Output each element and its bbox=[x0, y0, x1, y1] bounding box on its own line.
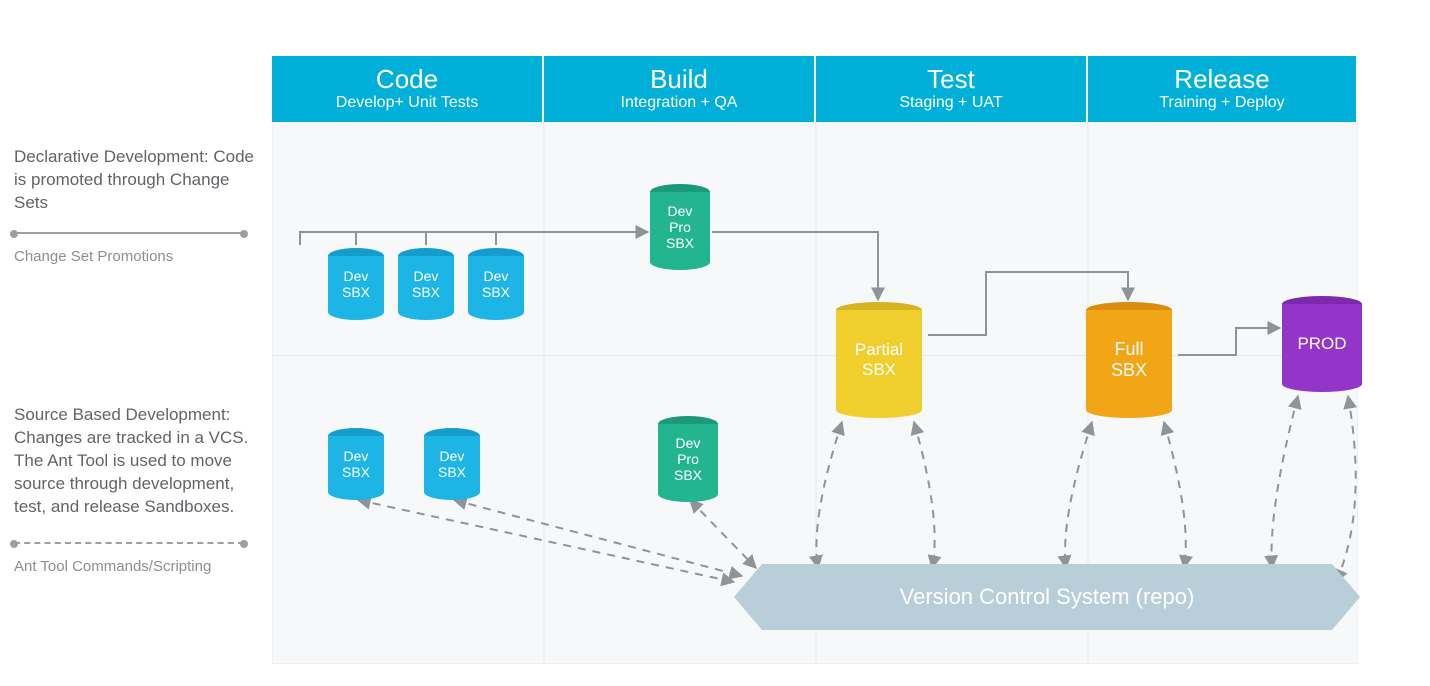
legend-dot bbox=[10, 540, 18, 548]
col-panel bbox=[272, 122, 544, 664]
legend-solid-line bbox=[14, 232, 244, 234]
vcs-label: Version Control System (repo) bbox=[900, 584, 1195, 610]
node-dev-sbx: DevSBX bbox=[328, 256, 384, 312]
col-header-test: Test Staging + UAT bbox=[816, 56, 1086, 122]
node-label: DevSBX bbox=[342, 448, 370, 480]
node-label: DevSBX bbox=[412, 268, 440, 300]
col-title: Test bbox=[927, 66, 975, 92]
node-dev-sbx: DevSBX bbox=[398, 256, 454, 312]
col-subtitle: Develop+ Unit Tests bbox=[336, 94, 478, 112]
node-dev-sbx: DevSBX bbox=[328, 436, 384, 492]
col-subtitle: Integration + QA bbox=[621, 94, 738, 112]
legend-dot bbox=[240, 540, 248, 548]
col-subtitle: Staging + UAT bbox=[899, 94, 1002, 112]
col-subtitle: Training + Deploy bbox=[1159, 94, 1284, 112]
node-prod: PROD bbox=[1282, 304, 1362, 384]
node-partial-sbx: PartialSBX bbox=[836, 310, 922, 410]
col-title: Code bbox=[376, 66, 438, 92]
node-label: FullSBX bbox=[1111, 339, 1147, 380]
node-dev-pro-sbx: DevProSBX bbox=[658, 424, 718, 494]
node-dev-sbx: DevSBX bbox=[424, 436, 480, 492]
diagram-stage: Code Develop+ Unit Tests Build Integrati… bbox=[0, 0, 1430, 686]
node-label: DevProSBX bbox=[666, 203, 694, 251]
row-divider bbox=[272, 355, 1356, 356]
node-label: DevSBX bbox=[438, 448, 466, 480]
legend-source-text: Source Based Development: Changes are tr… bbox=[14, 404, 254, 519]
node-label: PROD bbox=[1297, 334, 1346, 354]
node-label: DevProSBX bbox=[674, 435, 702, 483]
col-header-build: Build Integration + QA bbox=[544, 56, 814, 122]
node-label: DevSBX bbox=[482, 268, 510, 300]
col-header-release: Release Training + Deploy bbox=[1088, 56, 1356, 122]
node-label: DevSBX bbox=[342, 268, 370, 300]
col-title: Release bbox=[1174, 66, 1269, 92]
legend-dot bbox=[10, 230, 18, 238]
vcs-repo: Version Control System (repo) bbox=[762, 564, 1332, 630]
legend-source-caption: Ant Tool Commands/Scripting bbox=[14, 558, 254, 575]
legend-declarative-caption: Change Set Promotions bbox=[14, 248, 254, 265]
node-dev-sbx: DevSBX bbox=[468, 256, 524, 312]
node-label: PartialSBX bbox=[855, 340, 903, 379]
node-full-sbx: FullSBX bbox=[1086, 310, 1172, 410]
col-title: Build bbox=[650, 66, 708, 92]
legend-declarative-text: Declarative Development: Code is promote… bbox=[14, 146, 254, 215]
col-header-code: Code Develop+ Unit Tests bbox=[272, 56, 542, 122]
legend-dashed-line bbox=[14, 542, 244, 544]
node-dev-pro-sbx: DevProSBX bbox=[650, 192, 710, 262]
legend-dot bbox=[240, 230, 248, 238]
